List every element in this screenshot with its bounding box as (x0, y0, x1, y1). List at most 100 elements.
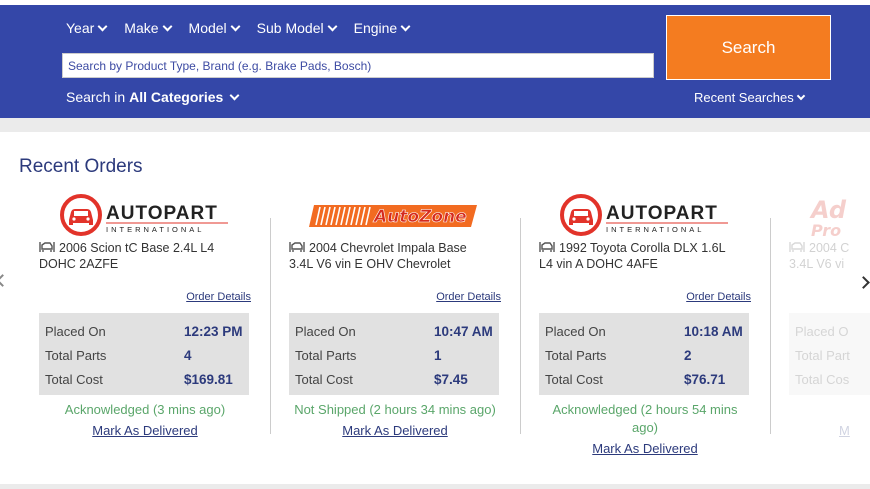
order-summary-table: Placed O Total Part Total Cos (789, 313, 870, 395)
total-parts-value: 4 (184, 347, 192, 363)
nav-year-dropdown[interactable]: Year (66, 20, 108, 36)
chevron-down-icon (400, 21, 411, 31)
bottom-separator (0, 484, 870, 489)
category-selector[interactable]: Search in All Categories (66, 89, 240, 105)
vehicle-description: 2006 Scion tC Base 2.4L L4 DOHC 2AZFE (39, 240, 251, 272)
total-parts-value: 1 (434, 347, 442, 363)
placed-on-value: 12:23 PM (184, 323, 243, 339)
top-border (0, 0, 870, 5)
order-status-line2: ago) (631, 420, 659, 435)
order-card: AUTOPART INTERNATIONAL 2006 Scion tC Bas… (39, 190, 271, 470)
chevron-down-icon (229, 90, 240, 100)
total-cost-value: $169.81 (184, 371, 233, 387)
vehicle-line1: 1992 Toyota Corolla DLX 1.6L (559, 241, 726, 255)
car-lift-icon (789, 242, 805, 252)
vehicle-selector-nav: Year Make Model Sub Model Engine (66, 20, 427, 36)
total-parts-label: Total Parts (295, 347, 357, 363)
recent-searches-label: Recent Searches (694, 90, 794, 105)
vehicle-description: 1992 Toyota Corolla DLX 1.6L L4 vin A DO… (539, 240, 751, 272)
vehicle-line2: 3.4L V6 vi (789, 257, 845, 271)
nav-engine-dropdown[interactable]: Engine (353, 20, 411, 36)
autopart-international-logo: AUTOPART INTERNATIONAL (539, 190, 751, 240)
total-parts-label: Total Part (795, 347, 850, 363)
total-cost-label: Total Cost (295, 371, 353, 387)
car-lift-icon (289, 242, 305, 252)
mark-as-delivered-link[interactable]: Mark As Delivered (539, 441, 751, 456)
logo-subtext: INTERNATIONAL (606, 225, 704, 234)
nav-engine-label: Engine (353, 20, 398, 36)
section-title: Recent Orders (19, 156, 143, 177)
logo-text: AUTOPART (106, 203, 218, 224)
nav-model-label: Model (188, 20, 227, 36)
recent-searches-dropdown[interactable]: Recent Searches (694, 90, 805, 105)
product-search-input[interactable] (62, 53, 654, 78)
total-cost-label: Total Cost (45, 371, 103, 387)
logo-text: AUTOPART (606, 203, 718, 224)
vehicle-line1: 2004 C (809, 241, 850, 255)
total-cost-label: Total Cos (795, 371, 850, 387)
order-card: AUTOPART INTERNATIONAL 1992 Toyota Corol… (539, 190, 771, 470)
nav-year-label: Year (66, 20, 95, 36)
mark-as-delivered-link[interactable]: Mark As Delivered (289, 423, 501, 438)
total-parts-value: 2 (684, 347, 692, 363)
vehicle-line2: 3.4L V6 vin E OHV Chevrolet (289, 257, 451, 271)
placed-on-label: Placed On (45, 323, 106, 339)
order-status-line1: Acknowledged (2 hours 54 mins (552, 402, 738, 417)
placed-on-label: Placed On (295, 323, 356, 339)
total-parts-label: Total Parts (45, 347, 107, 363)
nav-make-dropdown[interactable]: Make (124, 20, 172, 36)
vehicle-line2: L4 vin A DOHC 4AFE (539, 257, 658, 271)
nav-model-dropdown[interactable]: Model (188, 20, 241, 36)
chevron-down-icon (162, 21, 172, 31)
nav-submodel-dropdown[interactable]: Sub Model (256, 20, 338, 36)
order-status: Not Shipped (2 hours 34 mins ago) (294, 402, 496, 417)
autozone-logo: AutoZone (289, 190, 501, 240)
logo-text: AutoZone (372, 207, 467, 227)
order-summary-table: Placed On 12:23 PM Total Parts 4 Total Cos… (39, 313, 249, 395)
placed-on-label: Placed On (545, 323, 606, 339)
autopart-international-logo: AUTOPART INTERNATIONAL (39, 190, 251, 240)
placed-on-value: 10:18 AM (684, 323, 743, 339)
total-cost-value: $76.71 (684, 371, 726, 387)
total-cost-label: Total Cost (545, 371, 603, 387)
order-details-link[interactable]: Order Details (436, 291, 501, 303)
mark-as-delivered-link[interactable]: Mark As Delivered (39, 423, 251, 438)
placed-on-value: 10:47 AM (434, 323, 493, 339)
nav-submodel-label: Sub Model (256, 20, 324, 36)
chevron-down-icon (796, 91, 805, 101)
vehicle-line1: 2004 Chevrolet Impala Base (309, 241, 467, 255)
top-header: Year Make Model Sub Model Engine Search … (0, 0, 870, 118)
category-value: All Categories (129, 89, 224, 105)
search-in-label: Search in (66, 89, 126, 105)
order-card: Ad Pro 2004 C 3.4L V6 vi Placed O Total … (789, 190, 870, 470)
placed-on-label: Placed O (795, 323, 849, 339)
order-status: Acknowledged (3 mins ago) (64, 402, 226, 417)
advance-auto-parts-logo: Ad Pro (789, 190, 870, 240)
order-details-link[interactable]: Order Details (186, 291, 251, 303)
total-parts-label: Total Parts (545, 347, 607, 363)
chevron-down-icon (97, 21, 108, 31)
order-status: Acknowledged (2 hours 54 mins ago) (539, 401, 751, 437)
vehicle-line1: 2006 Scion tC Base 2.4L L4 (59, 241, 215, 255)
vehicle-description: 2004 C 3.4L V6 vi (789, 240, 870, 272)
order-card: AutoZone 2004 Chevrolet Impala Base 3.4L… (289, 190, 521, 470)
logo-subtext: INTERNATIONAL (106, 225, 204, 234)
car-lift-icon (39, 242, 55, 252)
mark-as-delivered-link[interactable]: M (789, 423, 870, 438)
order-details-link[interactable]: Order Details (686, 291, 751, 303)
order-summary-table: Placed On 10:18 AM Total Parts 2 Total Cos… (539, 313, 749, 395)
logo-text: Ad (809, 196, 847, 224)
total-cost-value: $7.45 (434, 371, 468, 387)
card-divider (270, 218, 271, 434)
search-button[interactable]: Search (666, 15, 831, 80)
chevron-down-icon (230, 21, 241, 31)
nav-make-label: Make (124, 20, 159, 36)
carousel-prev-icon[interactable] (0, 274, 9, 287)
car-lift-icon (539, 242, 555, 252)
order-summary-table: Placed On 10:47 AM Total Parts 1 Total Cos… (289, 313, 499, 395)
chevron-down-icon (327, 21, 338, 31)
card-divider (520, 218, 521, 434)
vehicle-line2: DOHC 2AZFE (39, 257, 119, 271)
logo-subtext: Pro (811, 221, 841, 240)
section-separator (0, 118, 870, 132)
